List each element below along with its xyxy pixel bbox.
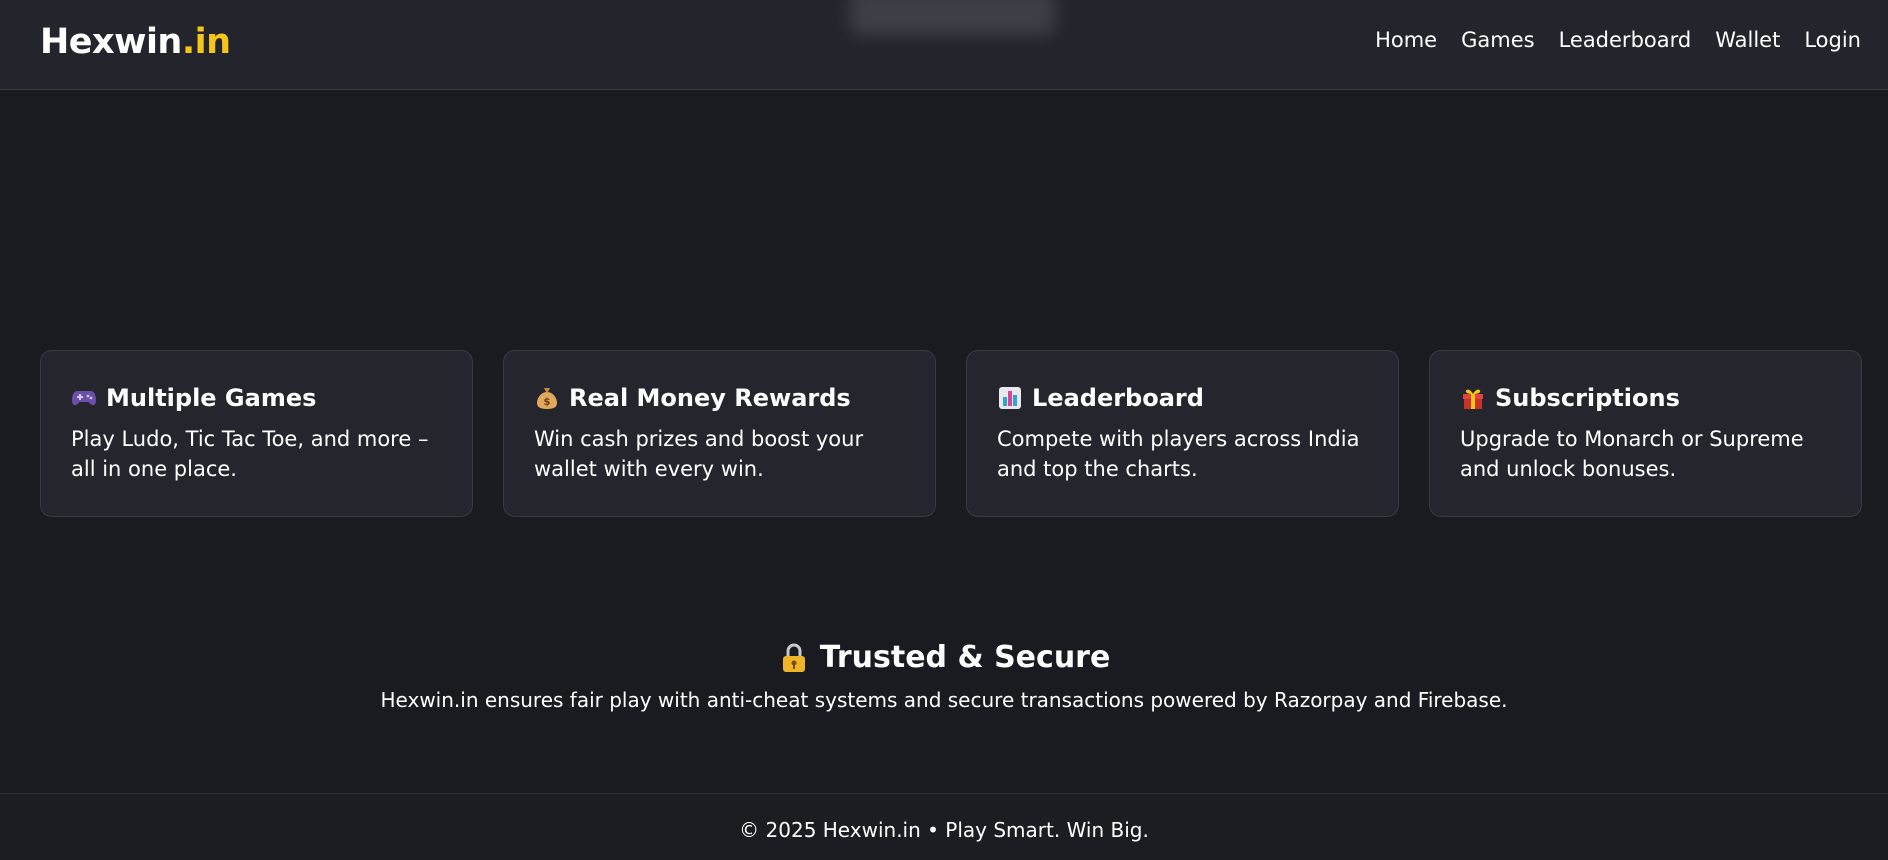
brand-name: Hexwin — [40, 22, 182, 62]
nav-login-link[interactable]: Login — [1804, 28, 1861, 52]
feature-title: Multiple Games — [106, 384, 317, 412]
svg-text:$: $ — [544, 397, 551, 408]
feature-description: Compete with players across India and to… — [997, 427, 1360, 481]
nav-menu: Home Games Leaderboard Wallet Login — [1375, 28, 1861, 52]
feature-description: Play Ludo, Tic Tac Toe, and more – all i… — [71, 427, 429, 481]
money-bag-icon: $ — [534, 385, 560, 411]
feature-card-leaderboard: Leaderboard Compete with players across … — [966, 350, 1399, 517]
nav-home-link[interactable]: Home — [1375, 28, 1437, 52]
footer-text: © 2025 Hexwin.in • Play Smart. Win Big. — [739, 818, 1149, 842]
trust-section: Trusted & Secure Hexwin.in ensures fair … — [0, 640, 1888, 712]
feature-card-rewards: $ Real Money Rewards Win cash prizes and… — [503, 350, 936, 517]
lock-icon — [778, 642, 810, 674]
feature-card-games: Multiple Games Play Ludo, Tic Tac Toe, a… — [40, 350, 473, 517]
brand-logo[interactable]: Hexwin.in — [40, 22, 231, 62]
feature-card-subscriptions: Subscriptions Upgrade to Monarch or Supr… — [1429, 350, 1862, 517]
feature-description: Win cash prizes and boost your wallet wi… — [534, 427, 864, 481]
nav-games-link[interactable]: Games — [1461, 28, 1534, 52]
feature-title: Real Money Rewards — [569, 384, 851, 412]
trust-description: Hexwin.in ensures fair play with anti-ch… — [380, 687, 1508, 712]
features-section: Multiple Games Play Ludo, Tic Tac Toe, a… — [40, 350, 1862, 517]
top-navbar: Hexwin.in Home Games Leaderboard Wallet … — [0, 0, 1888, 90]
nav-wallet-link[interactable]: Wallet — [1715, 28, 1780, 52]
gift-icon — [1460, 385, 1486, 411]
gamepad-icon — [71, 385, 97, 411]
feature-title: Leaderboard — [1032, 384, 1204, 412]
feature-description: Upgrade to Monarch or Supreme and unlock… — [1460, 427, 1804, 481]
feature-title: Subscriptions — [1495, 384, 1680, 412]
blurred-banner — [850, 0, 1055, 35]
nav-leaderboard-link[interactable]: Leaderboard — [1559, 28, 1692, 52]
brand-tld: .in — [181, 22, 231, 62]
trust-title: Trusted & Secure — [819, 640, 1111, 675]
bar-chart-icon — [997, 385, 1023, 411]
page-footer: © 2025 Hexwin.in • Play Smart. Win Big. — [0, 793, 1888, 860]
